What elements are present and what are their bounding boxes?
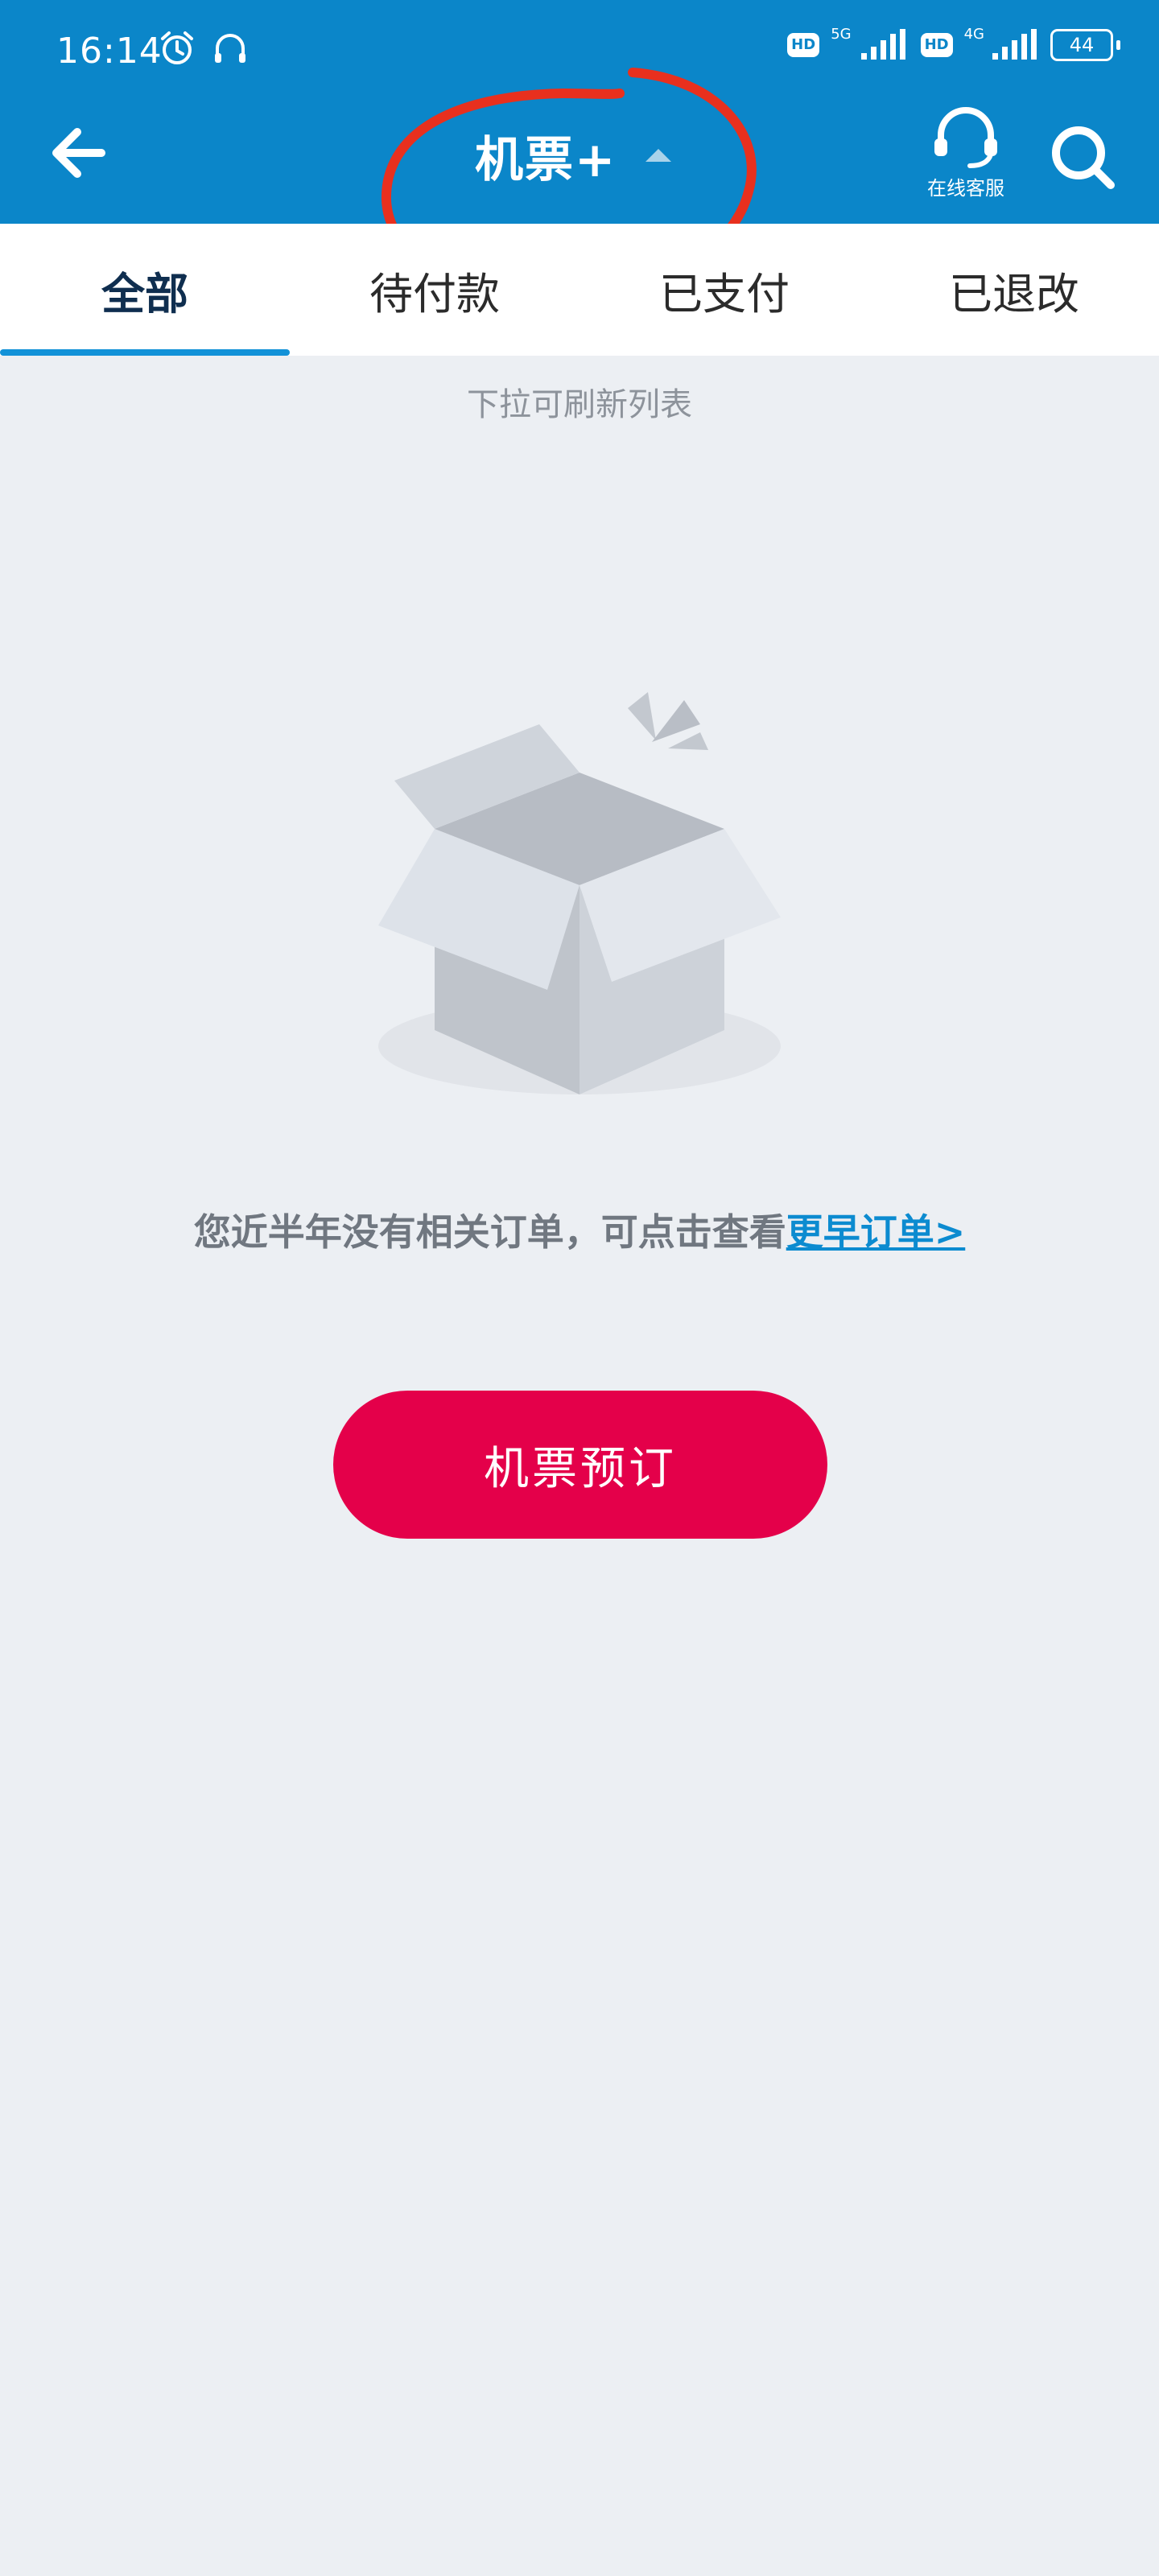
status-icons: HD 5G HD 4G 44 bbox=[787, 25, 1120, 61]
earlier-orders-link[interactable]: 更早订单> bbox=[786, 1210, 966, 1254]
customer-service-label: 在线客服 bbox=[927, 177, 1004, 200]
alarm-icon bbox=[161, 31, 193, 64]
headphones-icon bbox=[215, 34, 245, 63]
empty-orders-message: 您近半年没有相关订单，可点击查看更早订单> bbox=[0, 1203, 1159, 1256]
tab-paid[interactable]: 已支付 bbox=[580, 224, 869, 356]
empty-orders-text: 您近半年没有相关订单，可点击查看 bbox=[193, 1210, 786, 1254]
back-arrow-icon[interactable] bbox=[45, 121, 118, 185]
order-tabs: 全部 待付款 已支付 已退改 bbox=[0, 224, 1159, 356]
top-app-bar: 16:14 HD 5G HD 4G 44 机票+ 在线客服 bbox=[0, 0, 1159, 307]
book-flight-button[interactable]: 机票预订 bbox=[333, 1391, 827, 1539]
hd-badge-2: HD bbox=[920, 33, 953, 57]
empty-box-illustration bbox=[378, 692, 781, 1094]
hd-badge: HD bbox=[787, 33, 820, 57]
battery-icon: 44 bbox=[1050, 29, 1113, 61]
battery-nub bbox=[1116, 40, 1120, 50]
tab-pending-payment[interactable]: 待付款 bbox=[290, 224, 580, 356]
customer-service-button[interactable]: 在线客服 bbox=[918, 106, 1014, 203]
tab-refund-change[interactable]: 已退改 bbox=[869, 224, 1159, 356]
network-4g-label: 4G bbox=[963, 25, 984, 43]
search-icon[interactable] bbox=[1046, 121, 1119, 193]
signal-icon bbox=[860, 29, 905, 60]
tab-all[interactable]: 全部 bbox=[0, 224, 290, 356]
status-time: 16:14 bbox=[56, 31, 163, 72]
network-5g-label: 5G bbox=[831, 25, 852, 43]
signal-icon-2 bbox=[992, 29, 1037, 60]
headset-icon bbox=[934, 107, 997, 168]
pull-to-refresh-hint: 下拉可刷新列表 bbox=[467, 386, 692, 423]
